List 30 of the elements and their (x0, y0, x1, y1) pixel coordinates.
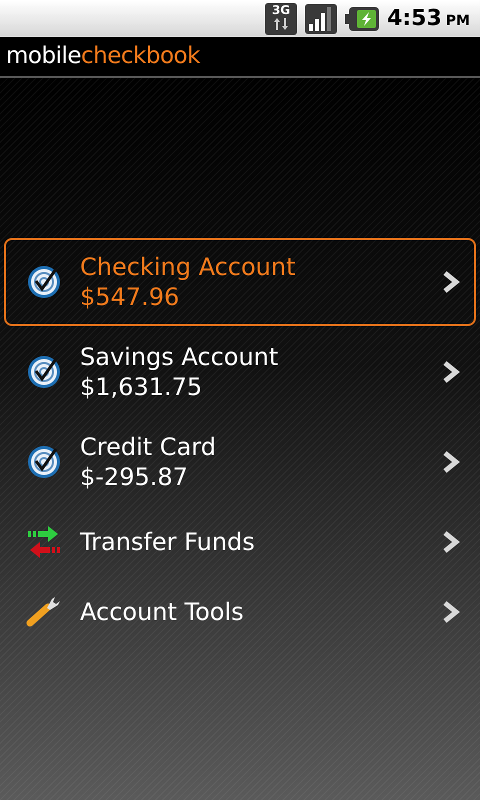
item-label: Savings Account (80, 342, 280, 372)
battery-icon (345, 6, 380, 30)
signal-icon (305, 4, 338, 34)
clock-meridiem: PM (446, 12, 470, 31)
clock-time: 4:53 (387, 5, 442, 33)
app-logo-suffix: checkbook (81, 42, 200, 72)
transfer-arrows-icon (26, 525, 62, 559)
menu-item[interactable]: Credit Card $-295.87 (4, 418, 476, 506)
chevron-icon (442, 531, 460, 553)
item-label: Checking Account (80, 252, 296, 282)
menu-item[interactable]: Transfer Funds (4, 508, 476, 576)
menu-item[interactable]: Checking Account $547.96 (4, 238, 476, 326)
item-label: Credit Card (80, 432, 217, 462)
item-label: Account Tools (80, 597, 245, 627)
network-icon: 3G (265, 2, 298, 34)
chevron-icon (442, 451, 460, 473)
menu-item[interactable]: Account Tools (4, 578, 476, 646)
item-balance: $1,631.75 (80, 372, 204, 402)
item-balance: $547.96 (80, 282, 180, 312)
item-balance: $-295.87 (80, 462, 189, 492)
check-target-icon (26, 354, 62, 390)
menu-item[interactable]: Savings Account $1,631.75 (4, 328, 476, 416)
item-label: Transfer Funds (80, 527, 256, 557)
chevron-icon (442, 601, 460, 623)
check-target-icon (26, 444, 62, 480)
wrench-icon (26, 595, 62, 629)
app-logo-prefix: mobile (6, 42, 82, 72)
chevron-icon (442, 271, 460, 293)
chevron-icon (442, 361, 460, 383)
check-target-icon (26, 264, 62, 300)
